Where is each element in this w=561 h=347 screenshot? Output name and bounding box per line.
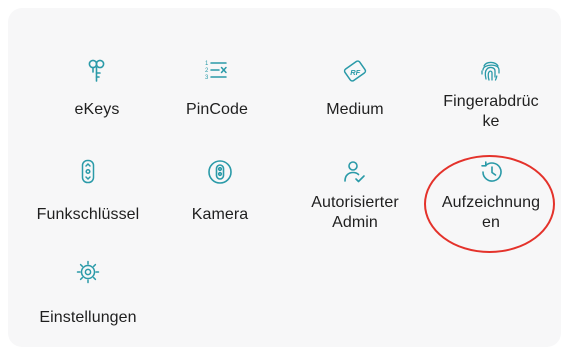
menu-item-autorisierter-admin[interactable]: Autorisierter Admin bbox=[287, 159, 423, 239]
menu-item-pincode[interactable]: 1 2 3 PinCode bbox=[149, 58, 285, 128]
svg-text:RF: RF bbox=[350, 68, 360, 77]
ekeys-icon bbox=[84, 58, 110, 84]
key-fob-icon bbox=[75, 159, 101, 185]
menu-item-label: Fingerabdrüc ke bbox=[443, 93, 539, 130]
pincode-icon: 1 2 3 bbox=[204, 58, 230, 84]
svg-text:3: 3 bbox=[205, 75, 209, 81]
menu-item-label: Medium bbox=[326, 101, 384, 118]
menu-item-fingerprint[interactable]: Fingerabdrüc ke bbox=[423, 58, 559, 148]
menu-item-label: Funkschlüssel bbox=[36, 206, 140, 223]
menu-item-label: PinCode bbox=[185, 101, 249, 118]
menu-item-funkschluessel[interactable]: Funkschlüssel bbox=[20, 159, 156, 229]
rf-card-icon: RF bbox=[342, 58, 368, 84]
settings-gear-icon bbox=[75, 259, 101, 285]
menu-item-aufzeichnungen[interactable]: Aufzeichnung en bbox=[423, 159, 559, 239]
menu-item-label: Kamera bbox=[191, 206, 249, 223]
menu-item-kamera[interactable]: Kamera bbox=[152, 159, 288, 229]
svg-text:2: 2 bbox=[205, 68, 209, 74]
authorized-admin-icon bbox=[342, 159, 368, 185]
menu-item-label: Autorisierter Admin bbox=[311, 194, 399, 231]
menu-item-medium[interactable]: RF Medium bbox=[287, 58, 423, 128]
menu-item-label: Aufzeichnung en bbox=[441, 194, 541, 231]
history-icon bbox=[478, 159, 504, 185]
fingerprint-icon bbox=[478, 58, 504, 84]
menu-item-ekeys[interactable]: eKeys bbox=[29, 58, 165, 128]
menu-item-einstellungen[interactable]: Einstellungen bbox=[20, 259, 156, 329]
menu-item-label: eKeys bbox=[74, 101, 120, 118]
svg-text:1: 1 bbox=[205, 61, 209, 67]
camera-icon bbox=[207, 159, 233, 185]
menu-item-label: Einstellungen bbox=[39, 309, 137, 326]
